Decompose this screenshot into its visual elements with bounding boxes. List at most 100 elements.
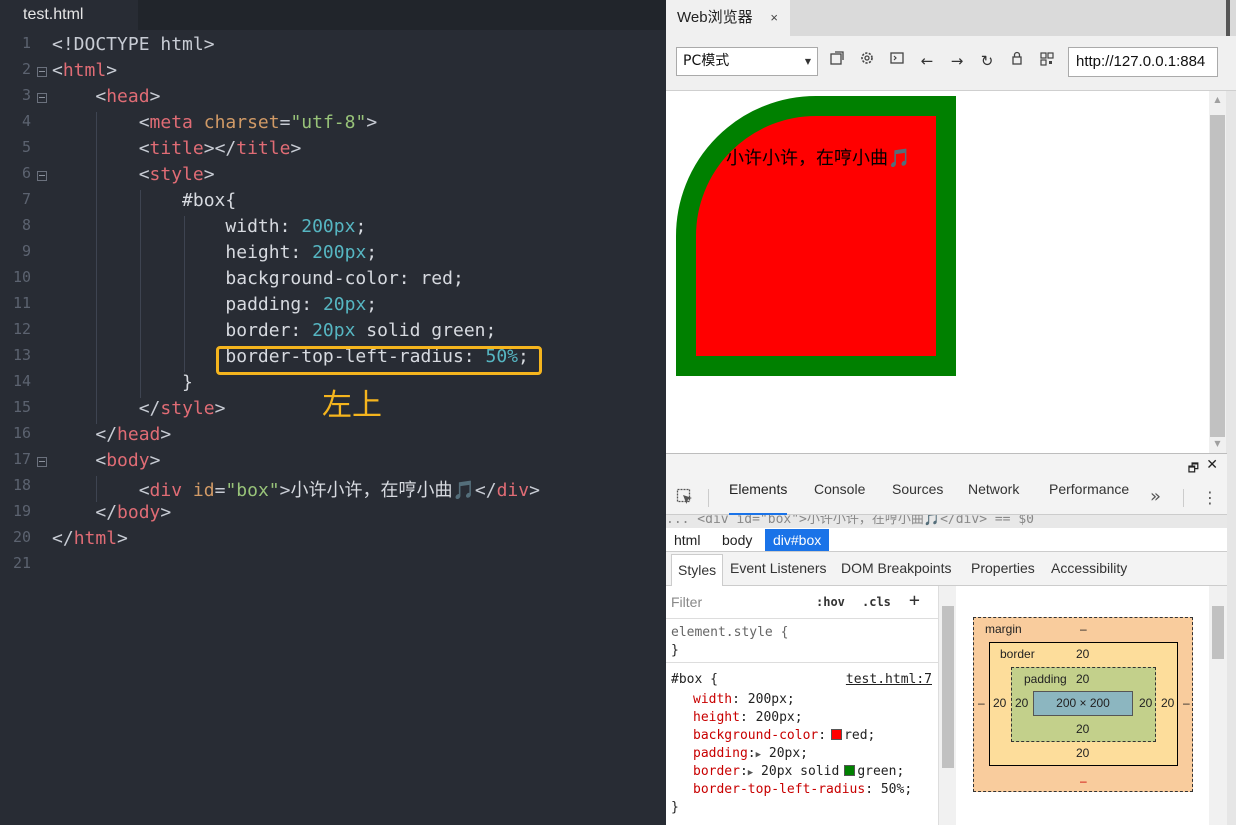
- line-number: 16: [12, 424, 31, 442]
- line-number: 10: [12, 268, 31, 286]
- editor-tab-test-html[interactable]: test.html: [0, 0, 138, 30]
- qr-code-icon[interactable]: [1036, 50, 1058, 72]
- mode-select[interactable]: PC模式 ▼: [676, 47, 818, 76]
- tab-accessibility[interactable]: Accessibility: [1051, 552, 1127, 585]
- code-line: 8 width: 200px;: [0, 216, 666, 242]
- add-rule-icon[interactable]: +: [909, 590, 920, 611]
- tab-sources[interactable]: Sources: [892, 481, 943, 515]
- close-icon[interactable]: ✕: [1206, 457, 1218, 473]
- editor-tab-strip: test.html: [0, 0, 666, 30]
- rule-selector[interactable]: #box {: [671, 672, 718, 687]
- scroll-up-icon[interactable]: ▲: [1209, 95, 1226, 104]
- padding-bottom-value[interactable]: 20: [1076, 722, 1089, 736]
- margin-bottom-value[interactable]: –: [1080, 774, 1087, 788]
- dom-tree-selected-line[interactable]: ... <div id="box">小许小许，在哼小曲🎵</div> == $0: [666, 515, 1227, 528]
- tab-properties[interactable]: Properties: [971, 552, 1035, 585]
- undock-icon[interactable]: 🗗: [1188, 459, 1199, 480]
- kebab-menu-icon[interactable]: ⋮: [1202, 481, 1218, 515]
- code-body-text: 小许小许，在哼小曲🎵: [290, 480, 475, 501]
- expand-triangle-icon[interactable]: ▶: [748, 768, 753, 778]
- page-scrollbar[interactable]: ▲ ▼: [1209, 91, 1226, 453]
- fold-icon[interactable]: [37, 67, 47, 77]
- declaration[interactable]: border-top-left-radius: 50%;: [693, 782, 912, 797]
- margin-left-value[interactable]: –: [978, 696, 985, 710]
- fold-icon[interactable]: [37, 93, 47, 103]
- code-line: 21: [0, 554, 666, 580]
- filter-input[interactable]: Filter: [671, 594, 702, 610]
- padding-top-value[interactable]: 20: [1076, 672, 1089, 686]
- page-viewport[interactable]: 小许小许，在哼小曲🎵: [666, 91, 1209, 453]
- rule-source-link[interactable]: test.html:7: [846, 672, 932, 687]
- refresh-icon[interactable]: ↻: [976, 50, 998, 72]
- tab-event-listeners[interactable]: Event Listeners: [730, 552, 827, 585]
- element-style-selector[interactable]: element.style {: [671, 625, 788, 640]
- browser-tab-title: Web浏览器: [677, 9, 753, 26]
- line-number: 14: [12, 372, 31, 390]
- gear-icon[interactable]: [856, 50, 878, 72]
- declaration[interactable]: height: 200px;: [693, 710, 803, 725]
- line-number: 17: [12, 450, 31, 468]
- margin-right-value[interactable]: –: [1183, 696, 1190, 710]
- tab-dom-breakpoints[interactable]: DOM Breakpoints: [841, 552, 951, 585]
- code-line: 16 </head>: [0, 424, 666, 450]
- styles-scrollbar[interactable]: [938, 586, 956, 825]
- more-tabs-icon[interactable]: »: [1150, 481, 1161, 513]
- highlight-box: [216, 346, 542, 375]
- scroll-down-icon[interactable]: ▼: [1209, 439, 1226, 448]
- screenshot-icon[interactable]: [826, 50, 848, 72]
- devtools-panel: 🗗 ✕ Elements Console Sources Network Per…: [666, 453, 1227, 825]
- close-brace: }: [671, 800, 679, 815]
- cls-toggle[interactable]: .cls: [862, 595, 891, 609]
- hov-toggle[interactable]: :hov: [816, 595, 845, 609]
- tab-performance[interactable]: Performance: [1049, 481, 1129, 515]
- scrollbar-thumb[interactable]: [1212, 606, 1224, 659]
- padding-left-value[interactable]: 20: [1015, 696, 1028, 710]
- breadcrumb-div-box[interactable]: div#box: [765, 529, 830, 551]
- line-number: 20: [12, 528, 31, 546]
- code-line: 20 </html>: [0, 528, 666, 554]
- lock-icon[interactable]: [1006, 50, 1028, 72]
- declaration[interactable]: width: 200px;: [693, 692, 795, 707]
- declaration[interactable]: border:▶ 20px solid green;: [693, 764, 904, 779]
- fold-icon[interactable]: [37, 457, 47, 467]
- inspect-element-icon[interactable]: [676, 488, 694, 511]
- breadcrumb-body[interactable]: body: [714, 529, 760, 551]
- breadcrumb-html[interactable]: html: [666, 529, 708, 551]
- mode-select-value: PC模式: [683, 53, 730, 69]
- line-number: 9: [21, 242, 31, 260]
- code-editor[interactable]: test.html 1 <!DOCTYPE html> 2 <html> 3 <he…: [0, 0, 666, 825]
- console-icon[interactable]: [886, 50, 908, 72]
- tab-elements[interactable]: Elements: [729, 481, 788, 515]
- scrollbar-thumb[interactable]: [1210, 115, 1225, 437]
- border-top-value[interactable]: 20: [1076, 647, 1089, 661]
- fold-icon[interactable]: [37, 171, 47, 181]
- expand-triangle-icon[interactable]: ▶: [756, 750, 761, 760]
- close-icon[interactable]: ×: [770, 0, 778, 36]
- tab-bar-scrollbar[interactable]: [1226, 0, 1230, 36]
- margin-top-value[interactable]: –: [1080, 622, 1087, 636]
- border-bottom-value[interactable]: 20: [1076, 746, 1089, 760]
- forward-icon[interactable]: →: [946, 50, 968, 72]
- back-icon[interactable]: ←: [916, 50, 938, 72]
- tab-console[interactable]: Console: [814, 481, 865, 515]
- box-model-scrollbar[interactable]: [1209, 586, 1227, 825]
- color-swatch[interactable]: [844, 765, 856, 776]
- margin-label: margin: [985, 622, 1022, 636]
- declaration[interactable]: padding:▶ 20px;: [693, 746, 808, 761]
- url-input[interactable]: http://127.0.0.1:884: [1068, 47, 1218, 77]
- panel-edge: [1226, 91, 1236, 825]
- code-area[interactable]: 1 <!DOCTYPE html> 2 <html> 3 <head> 4 <met…: [0, 34, 666, 580]
- browser-tab[interactable]: Web浏览器 ×: [666, 0, 790, 36]
- chevron-down-icon: ▼: [804, 57, 811, 66]
- box-model-content[interactable]: 200 × 200: [1033, 691, 1133, 716]
- padding-right-value[interactable]: 20: [1139, 696, 1152, 710]
- border-right-value[interactable]: 20: [1161, 696, 1174, 710]
- tab-styles[interactable]: Styles: [671, 554, 724, 586]
- divider: [708, 489, 709, 507]
- tab-network[interactable]: Network: [968, 481, 1019, 515]
- color-swatch[interactable]: [831, 729, 843, 740]
- border-left-value[interactable]: 20: [993, 696, 1006, 710]
- declaration[interactable]: background-color: red;: [693, 728, 875, 743]
- scrollbar-thumb[interactable]: [942, 606, 954, 768]
- code-line: 4 <meta charset="utf-8">: [0, 112, 666, 138]
